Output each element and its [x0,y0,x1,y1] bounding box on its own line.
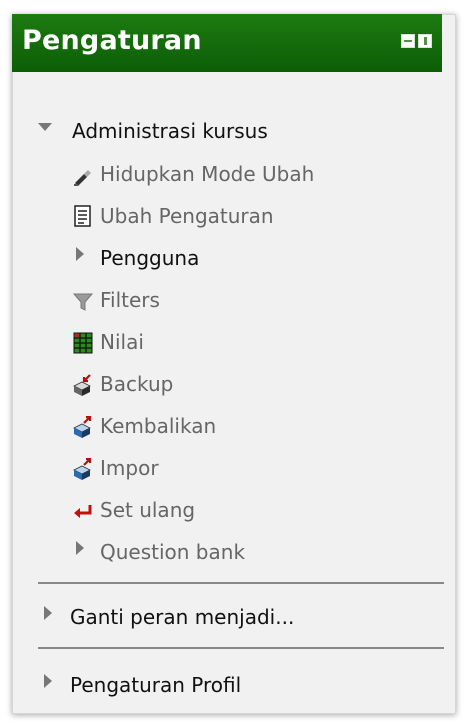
import-box-icon [73,458,92,480]
node-label: Pengaturan Profil [70,673,242,697]
divider [38,582,444,584]
grades-spreadsheet-icon [73,332,93,354]
divider [38,647,444,649]
collapsed-arrow-icon [76,247,84,261]
restore-box-icon [73,416,92,438]
collapsed-arrow-icon [44,674,52,688]
collapsed-arrow-icon [76,541,84,555]
block-title: Pengaturan [22,25,202,56]
node-label: Ganti peran menjadi... [70,605,295,629]
filter-funnel-icon [72,293,94,311]
move-icon[interactable] [418,34,432,48]
menu-item-label: Filters [100,288,160,312]
menu-item-label: Hidupkan Mode Ubah [100,162,315,186]
reset-return-icon [74,505,92,518]
edit-pencil-icon [74,170,91,186]
menu-item-label: Nilai [100,330,144,354]
node-label: Pengguna [100,246,200,270]
menu-item-label: Impor [100,456,159,480]
header-icon-group [401,34,432,48]
block-header: Pengaturan [12,14,442,72]
menu-item-label: Backup [100,372,174,396]
node-label: Question bank [100,540,246,564]
collapsed-arrow-icon [44,606,52,620]
dock-icon[interactable] [401,34,415,48]
menu-item-label: Ubah Pengaturan [100,204,274,228]
menu-item-label: Set ulang [100,498,196,522]
backup-box-icon [73,374,91,396]
menu-item-label: Kembalikan [100,414,217,438]
node-label: Administrasi kursus [72,119,268,143]
settings-document-icon [74,205,91,227]
expanded-arrow-icon [38,123,52,131]
